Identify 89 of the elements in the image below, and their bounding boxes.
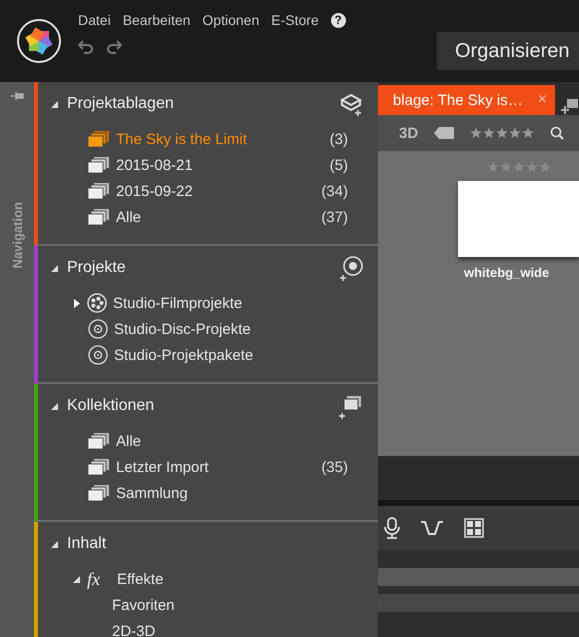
section-header[interactable]: Inhalt bbox=[50, 535, 106, 553]
menu-item[interactable]: Optionen bbox=[202, 12, 260, 28]
media-name: whitebg_wide bbox=[463, 265, 550, 280]
star-icon bbox=[496, 127, 508, 139]
expand-arrow-icon[interactable] bbox=[72, 298, 81, 308]
collapse-arrow-icon[interactable] bbox=[50, 540, 59, 548]
item-label: Sammlung bbox=[116, 484, 188, 502]
tree-item[interactable]: 2015-08-21 (5) bbox=[38, 152, 378, 178]
folder-stack-icon bbox=[88, 432, 110, 450]
item-label: The Sky is the Limit bbox=[116, 130, 247, 148]
add-bin-icon[interactable] bbox=[338, 91, 364, 117]
tree-item[interactable]: Studio-Disc-Projekte bbox=[38, 316, 378, 342]
item-label: 2015-09-22 bbox=[116, 182, 193, 200]
search-icon[interactable] bbox=[550, 126, 564, 140]
film-reel-icon bbox=[87, 293, 107, 313]
item-label: 2015-08-21 bbox=[116, 156, 193, 174]
folder-stack-icon bbox=[88, 130, 110, 148]
tree-item[interactable]: Favoriten bbox=[38, 592, 378, 618]
folder-stack-icon bbox=[88, 156, 110, 174]
item-count: (5) bbox=[330, 156, 348, 174]
microphone-icon[interactable] bbox=[384, 517, 400, 539]
tree-item[interactable]: Sammlung bbox=[38, 480, 378, 506]
add-tab-icon[interactable] bbox=[561, 97, 579, 115]
section-header[interactable]: Kollektionen bbox=[50, 397, 154, 415]
menu-item[interactable]: Bearbeiten bbox=[122, 12, 190, 28]
mode-button[interactable]: Organisieren bbox=[437, 32, 579, 70]
folder-stack-icon bbox=[88, 182, 110, 200]
item-count: (37) bbox=[321, 208, 348, 226]
undo-icon[interactable] bbox=[78, 40, 94, 54]
item-label: Alle bbox=[116, 432, 142, 450]
star-icon bbox=[509, 127, 522, 139]
star-icon bbox=[470, 127, 482, 139]
folder-stack-icon bbox=[88, 208, 110, 226]
tree-item[interactable]: fx Effekte bbox=[38, 566, 378, 592]
star-icon bbox=[538, 161, 550, 173]
tree-item[interactable]: Alle (37) bbox=[38, 204, 378, 230]
item-label: Studio-Filmprojekte bbox=[113, 294, 242, 312]
tree-item[interactable]: Letzter Import (35) bbox=[38, 454, 378, 480]
section-header[interactable]: Projektablagen bbox=[50, 95, 174, 113]
effects-icon: fx bbox=[87, 568, 111, 590]
tree-item[interactable]: 2D-3D bbox=[38, 618, 378, 637]
collapse-arrow-icon[interactable] bbox=[50, 402, 59, 410]
item-label: Alle bbox=[116, 208, 142, 226]
pin-icon[interactable] bbox=[10, 90, 24, 102]
item-count: (3) bbox=[330, 130, 348, 148]
item-label: Studio-Projektpakete bbox=[114, 346, 254, 364]
star-icon bbox=[526, 161, 538, 173]
star-icon bbox=[500, 161, 512, 173]
item-count: (35) bbox=[321, 458, 348, 476]
item-label: Studio-Disc-Projekte bbox=[114, 320, 251, 338]
tree-item[interactable]: 2015-09-22 (34) bbox=[38, 178, 378, 204]
grid-icon[interactable] bbox=[464, 518, 484, 538]
star-icon bbox=[522, 127, 534, 139]
tree-item[interactable]: Alle bbox=[38, 428, 378, 454]
tree-item[interactable]: The Sky is the Limit (3) bbox=[38, 126, 378, 152]
tab[interactable]: blage: The Sky is… × bbox=[378, 85, 555, 115]
star-rating[interactable] bbox=[470, 127, 534, 139]
disc-icon bbox=[88, 319, 108, 339]
redo-icon[interactable] bbox=[106, 40, 122, 54]
3d-toggle[interactable]: 3D bbox=[399, 124, 418, 142]
folder-stack-icon bbox=[88, 484, 110, 502]
collapse-arrow-icon[interactable] bbox=[50, 100, 59, 108]
item-count: (34) bbox=[321, 182, 348, 200]
item-label: 2D-3D bbox=[112, 622, 156, 637]
collapse-arrow-icon[interactable] bbox=[72, 574, 81, 584]
menu-item[interactable]: E-Store bbox=[271, 12, 319, 28]
star-icon bbox=[512, 161, 524, 173]
disc-icon bbox=[88, 345, 108, 365]
timeline-track[interactable] bbox=[378, 568, 579, 586]
folder-stack-icon bbox=[88, 458, 110, 476]
curve-icon[interactable] bbox=[420, 520, 444, 536]
tree-item[interactable]: Studio-Projektpakete bbox=[38, 342, 378, 368]
star-icon bbox=[483, 127, 496, 139]
section-header[interactable]: Projekte bbox=[50, 259, 126, 277]
tag-icon[interactable] bbox=[434, 127, 454, 139]
add-collection-icon[interactable] bbox=[338, 393, 364, 419]
item-label: Effekte bbox=[117, 570, 164, 588]
menu-item[interactable]: Datei bbox=[78, 12, 111, 28]
star-icon bbox=[486, 161, 498, 173]
tree-item[interactable]: Studio-Filmprojekte bbox=[38, 290, 378, 316]
media-thumbnail[interactable] bbox=[458, 181, 579, 257]
item-label: Favoriten bbox=[112, 596, 175, 614]
item-label: Letzter Import bbox=[116, 458, 209, 476]
add-project-icon[interactable] bbox=[338, 255, 364, 281]
collapse-arrow-icon[interactable] bbox=[50, 264, 59, 272]
app-logo-icon[interactable] bbox=[16, 18, 62, 64]
help-icon[interactable]: ? bbox=[330, 12, 346, 28]
timeline-track[interactable] bbox=[378, 594, 579, 612]
star-rating[interactable] bbox=[486, 161, 550, 173]
